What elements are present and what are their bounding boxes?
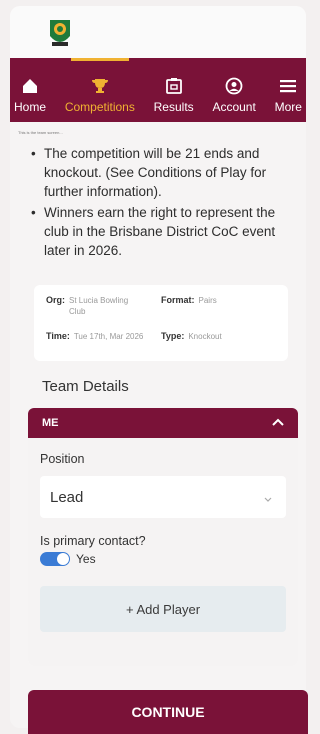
time-info: Time: Tue 17th, Mar 2026 bbox=[46, 331, 161, 342]
format-value: Pairs bbox=[198, 296, 217, 305]
team-details-title: Team Details bbox=[42, 378, 129, 395]
chevron-down-icon bbox=[264, 489, 272, 506]
account-icon bbox=[224, 76, 244, 96]
top-bar bbox=[10, 6, 306, 58]
nav-more[interactable]: More bbox=[275, 58, 302, 122]
team-member-name: ME bbox=[42, 417, 59, 429]
menu-icon bbox=[278, 76, 298, 96]
bullet-item: Winners earn the right to represent the … bbox=[28, 203, 292, 260]
org-info: Org: St Lucia Bowling Club bbox=[46, 295, 161, 317]
position-select[interactable]: Lead bbox=[40, 476, 286, 518]
nav-competitions-label: Competitions bbox=[64, 100, 135, 114]
nav-results[interactable]: Results bbox=[154, 58, 194, 122]
primary-contact-row: Yes bbox=[40, 552, 286, 566]
position-value: Lead bbox=[50, 488, 84, 506]
time-label: Time: bbox=[46, 331, 70, 341]
add-player-button[interactable]: + Add Player bbox=[40, 586, 286, 632]
main-nav: Home Competitions Results Account More bbox=[10, 58, 306, 122]
position-label: Position bbox=[40, 452, 85, 466]
nav-account-label: Account bbox=[212, 100, 256, 114]
team-member-header[interactable]: ME bbox=[28, 408, 298, 438]
type-info: Type: Knockout bbox=[161, 331, 276, 342]
nav-account[interactable]: Account bbox=[212, 58, 256, 122]
competition-notes: The competition will be 21 ends and knoc… bbox=[28, 144, 292, 262]
type-value: Knockout bbox=[188, 332, 222, 341]
format-label: Format: bbox=[161, 295, 195, 305]
type-label: Type: bbox=[161, 331, 185, 341]
time-value: Tue 17th, Mar 2026 bbox=[73, 332, 144, 341]
club-logo[interactable] bbox=[48, 18, 72, 48]
competition-info-card: Org: St Lucia Bowling Club Format: Pairs… bbox=[34, 285, 288, 361]
org-value: St Lucia Bowling Club bbox=[69, 296, 129, 316]
tiny-note: This is the team screen... bbox=[18, 130, 63, 135]
chevron-up-icon bbox=[272, 417, 284, 429]
primary-contact-label: Is primary contact? bbox=[40, 534, 146, 548]
nav-home[interactable]: Home bbox=[14, 58, 46, 122]
team-member-panel: ME Position Lead Is primary contact? Yes… bbox=[28, 408, 298, 666]
format-info: Format: Pairs bbox=[161, 295, 276, 317]
home-icon bbox=[20, 76, 40, 96]
trophy-icon bbox=[90, 76, 110, 96]
primary-contact-value: Yes bbox=[76, 552, 96, 566]
org-label: Org: bbox=[46, 295, 65, 305]
nav-home-label: Home bbox=[14, 100, 47, 114]
nav-more-label: More bbox=[274, 100, 302, 114]
nav-competitions[interactable]: Competitions bbox=[65, 58, 135, 122]
bullet-item: The competition will be 21 ends and knoc… bbox=[28, 144, 292, 201]
team-member-body: Position Lead Is primary contact? Yes + … bbox=[28, 438, 298, 666]
results-icon bbox=[164, 76, 184, 96]
primary-contact-toggle[interactable] bbox=[40, 552, 70, 566]
nav-results-label: Results bbox=[153, 100, 194, 114]
continue-button[interactable]: CONTINUE bbox=[28, 690, 308, 734]
